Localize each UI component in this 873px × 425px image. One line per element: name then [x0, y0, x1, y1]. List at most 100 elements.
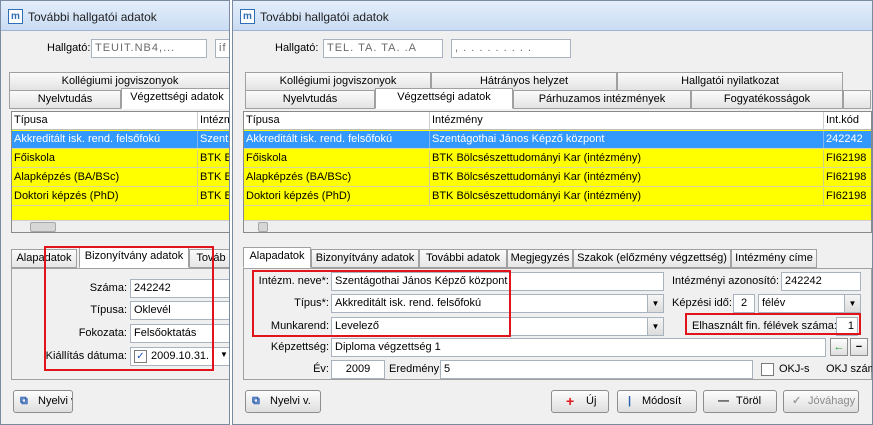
type-select-value: Akkreditált isk. rend. felsőfokú [335, 297, 482, 309]
cell-institution: Szent [198, 131, 229, 148]
table-row[interactable]: Akkreditált isk. rend. felsőfokú Szentág… [244, 131, 871, 149]
cell-type: Alapképzés (BA/BSc) [244, 169, 430, 186]
column-header-type[interactable]: Típusa [244, 112, 430, 130]
approve-button-label: Jóváhagy [808, 395, 856, 407]
used-semesters-field[interactable]: 1 [836, 317, 858, 336]
grid-header: Típusa Intézm [12, 112, 229, 130]
column-header-institution[interactable]: Intézm [198, 112, 229, 130]
new-button[interactable]: + Új [551, 390, 609, 413]
copy-icon: ⧉ [20, 395, 28, 407]
student-field-2[interactable]: , . . . . . . . . . [451, 39, 571, 58]
chevron-down-icon[interactable]: ▼ [844, 295, 860, 312]
student-field[interactable]: TEL. TA. TA. .A [323, 39, 443, 58]
cell-type: Főiskola [12, 150, 198, 167]
subtab-tovabbi[interactable]: Továb [189, 249, 229, 268]
app-icon: m [8, 9, 23, 24]
tab-vegzettsegi-adatok[interactable]: Végzettségi adatok [121, 88, 229, 109]
number-field[interactable]: 242242 [130, 279, 229, 298]
table-row[interactable]: Akkreditált isk. rend. felsőfokú Szent [12, 131, 229, 149]
cell-type: Akkreditált isk. rend. felsőfokú [244, 131, 430, 148]
column-header-institution[interactable]: Intézmény [430, 112, 824, 130]
scrollbar-thumb[interactable] [30, 222, 56, 232]
cell-institution: BTK B [198, 150, 229, 167]
tab-vegzettsegi-adatok[interactable]: Végzettségi adatok [375, 88, 513, 109]
right-degrees-grid: Típusa Intézmény Int.kód Akkreditált isk… [243, 111, 872, 233]
table-row[interactable]: Alapképzés (BA/BSc) BTK B [12, 169, 229, 187]
table-row[interactable]: Főiskola BTK Bölcsészettudományi Kar (in… [244, 150, 871, 168]
cell-type: Doktori képzés (PhD) [12, 188, 198, 205]
tab-fogyatekossagok[interactable]: Fogyatékosságok [691, 90, 843, 109]
subtab-alapadatok[interactable]: Alapadatok [243, 247, 311, 268]
cell-type: Alapképzés (BA/BSc) [12, 169, 198, 186]
subtab-bizonyitvany-adatok[interactable]: Bizonyítvány adatok [311, 249, 419, 268]
student-field[interactable]: TEUIT.NB4,... [91, 39, 207, 58]
qualification-field[interactable]: Diploma végzettség 1 [331, 338, 826, 357]
date-dropdown-icon[interactable]: ▼ [220, 350, 228, 359]
arrow-left-icon[interactable]: ← [830, 338, 848, 356]
subtab-bizonyitvany-adatok[interactable]: Bizonyítvány adatok [79, 247, 189, 268]
subtab-szakok[interactable]: Szakok (előzmény végzettség) [573, 249, 731, 268]
inst-id-field[interactable]: 242242 [781, 272, 861, 291]
type-field[interactable]: Oklevél [130, 301, 229, 320]
subtab-intezmeny-cime[interactable]: Intézmény címe [731, 249, 817, 268]
result-label: Eredmény: [389, 363, 443, 375]
subtab-megjegyzes[interactable]: Megjegyzés [507, 249, 573, 268]
result-field[interactable]: 5 [440, 360, 753, 379]
student-label: Hallgató: [275, 42, 319, 54]
modify-button[interactable]: | Módosít [617, 390, 697, 413]
number-label: Száma: [89, 282, 127, 294]
language-button[interactable]: ⧉ Nyelvi v. [13, 390, 73, 413]
language-button-label: Nyelvi v. [270, 395, 311, 407]
type-select[interactable]: Akkreditált isk. rend. felsőfokú ▼ [331, 294, 664, 313]
subtab-alapadatok[interactable]: Alapadatok [11, 249, 77, 268]
tab-nyelvtudas[interactable]: Nyelvtudás [245, 90, 375, 109]
new-button-label: Új [586, 395, 597, 407]
cell-institution: BTK Bölcsészettudományi Kar (intézmény) [430, 150, 824, 167]
student-label: Hallgató: [47, 42, 91, 54]
training-unit-select[interactable]: félév ▼ [758, 294, 861, 313]
table-row[interactable]: Doktori képzés (PhD) BTK B [12, 188, 229, 206]
chevron-down-icon[interactable]: ▼ [647, 295, 663, 312]
tab-nyelvtudas[interactable]: Nyelvtudás [9, 90, 121, 109]
student-field-2[interactable]: if [215, 39, 229, 58]
certificate-panel: Száma: 242242 Típusa: Oklevél Fokozata: … [11, 268, 229, 380]
chevron-down-icon[interactable]: ▼ [647, 318, 663, 335]
cell-inst-code: FI62198 [824, 188, 871, 205]
left-window: m További hallgatói adatok Hallgató: TEU… [0, 0, 230, 425]
right-window-title: További hallgatói adatok [260, 10, 389, 24]
tab-hallgatoi-nyilatkozat[interactable]: Hallgatói nyilatkozat [617, 72, 843, 91]
table-row[interactable]: Alapképzés (BA/BSc) BTK Bölcsészettudomá… [244, 169, 871, 187]
used-semesters-label: Elhasznált fin. félévek száma: [692, 320, 837, 332]
horizontal-scrollbar[interactable] [12, 220, 229, 232]
column-header-inst-code[interactable]: Int.kód [824, 112, 871, 130]
subtab-tovabbi-adatok[interactable]: További adatok [419, 249, 507, 268]
cell-type: Doktori képzés (PhD) [244, 188, 430, 205]
minus-icon[interactable]: − [850, 338, 868, 356]
tab-parhuzamos-intezmenyek[interactable]: Párhuzamos intézmények [513, 90, 691, 109]
horizontal-scrollbar[interactable] [244, 220, 871, 232]
delete-button[interactable]: — Töröl [703, 390, 777, 413]
cell-inst-code: FI62198 [824, 169, 871, 186]
training-time-label: Képzési idő: [672, 297, 732, 309]
language-button[interactable]: ⧉ Nyelvi v. [245, 390, 321, 413]
tab-more[interactable] [843, 90, 871, 109]
schedule-select[interactable]: Levelező ▼ [331, 317, 664, 336]
column-header-type[interactable]: Típusa [12, 112, 198, 130]
training-time-field[interactable]: 2 [733, 294, 755, 313]
issue-date-checkbox[interactable]: ✓ [134, 350, 147, 363]
level-field[interactable]: Felsőoktatás [130, 324, 229, 343]
approve-button[interactable]: ✓ Jóváhagy [783, 390, 859, 413]
year-field[interactable]: 2009 [331, 360, 385, 379]
cell-type: Főiskola [244, 150, 430, 167]
plus-icon: + [566, 393, 575, 409]
training-unit-value: félév [762, 297, 786, 309]
scrollbar-thumb[interactable] [258, 222, 268, 232]
inst-id-label: Intézményi azonosító: [672, 275, 780, 287]
inst-name-field[interactable]: Szentágothai János Képző központ [331, 272, 664, 291]
inst-name-label: Intézm. neve*: [258, 275, 329, 287]
table-row[interactable]: Doktori képzés (PhD) BTK Bölcsészettudom… [244, 188, 871, 206]
okj-checkbox[interactable] [761, 363, 774, 376]
modify-button-label: Módosít [642, 395, 682, 407]
table-row[interactable]: Főiskola BTK B [12, 150, 229, 168]
year-label: Év: [313, 363, 329, 375]
